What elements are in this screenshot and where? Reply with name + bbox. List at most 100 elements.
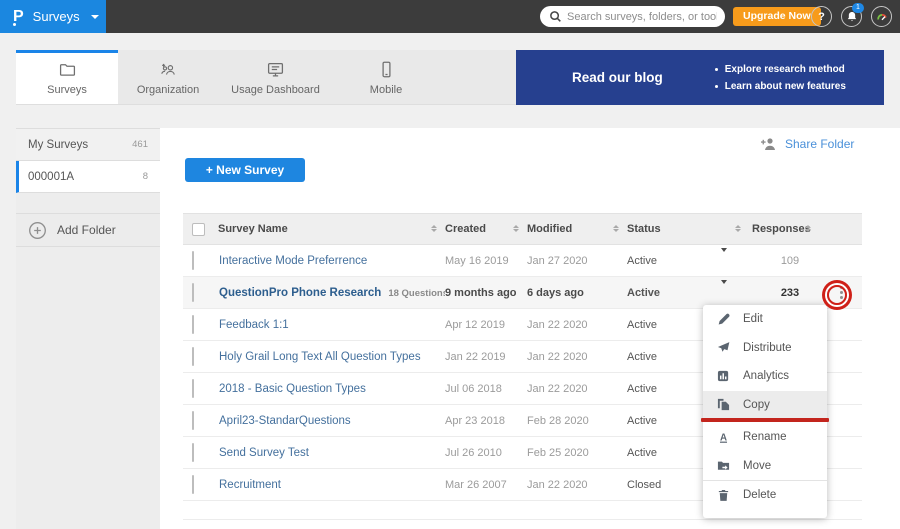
modified-cell: Jan 22 2020 xyxy=(527,383,627,395)
menu-item-label: Delete xyxy=(743,489,776,501)
column-header-modified[interactable]: Modified xyxy=(527,214,572,244)
survey-name-link[interactable]: Holy Grail Long Text All Question Types xyxy=(219,351,421,363)
folder-count: 8 xyxy=(143,171,148,182)
created-cell: Mar 26 2007 xyxy=(445,479,527,491)
copy-icon xyxy=(717,398,730,411)
modified-cell: Jan 27 2020 xyxy=(527,255,627,267)
menu-item-analytics[interactable]: Analytics xyxy=(703,362,827,391)
created-cell: 9 months ago xyxy=(445,287,527,299)
column-header-survey-name[interactable]: Survey Name xyxy=(218,214,288,244)
select-all-checkbox[interactable] xyxy=(192,223,205,236)
status-dropdown-cell xyxy=(715,284,759,302)
usage-meter-button[interactable] xyxy=(871,6,892,27)
notifications-button[interactable]: 1 xyxy=(841,6,862,27)
survey-name-link[interactable]: Interactive Mode Preferrence xyxy=(219,255,367,267)
modified-cell: Feb 25 2020 xyxy=(527,447,627,459)
responses-cell: 109 xyxy=(759,255,821,267)
mobile-icon xyxy=(378,61,395,78)
modified-cell: Feb 28 2020 xyxy=(527,415,627,427)
module-tabs: SurveysOrganizationUsage DashboardMobile xyxy=(16,50,516,105)
tab-mobile[interactable]: Mobile xyxy=(333,50,439,104)
column-header-created[interactable]: Created xyxy=(445,214,486,244)
banner-bullet-item: Explore research method xyxy=(715,64,846,75)
table-row: Interactive Mode PreferrenceMay 16 2019J… xyxy=(183,245,862,277)
share-folder-label: Share Folder xyxy=(785,137,854,151)
menu-item-distribute[interactable]: Distribute xyxy=(703,334,827,363)
row-checkbox[interactable] xyxy=(192,251,194,270)
row-checkbox[interactable] xyxy=(192,443,194,462)
pencil-icon xyxy=(717,313,730,326)
column-header-status[interactable]: Status xyxy=(627,214,661,244)
new-survey-button[interactable]: + New Survey xyxy=(185,158,305,182)
survey-name-link[interactable]: 2018 - Basic Question Types xyxy=(219,383,366,395)
survey-name-link[interactable]: Feedback 1:1 xyxy=(219,319,289,331)
dashboard-icon xyxy=(267,61,284,78)
row-checkbox-cell xyxy=(183,476,219,494)
menu-item-delete[interactable]: Delete xyxy=(703,481,827,510)
survey-name-cell: Feedback 1:1 xyxy=(219,319,445,331)
row-context-menu: Edit DistributeAnalyticsCopy ARenameMove De… xyxy=(703,305,827,518)
gauge-icon xyxy=(875,10,889,24)
top-bar: P Surveys Upgrade Now ? 1 xyxy=(0,0,900,33)
add-folder-button[interactable]: Add Folder xyxy=(16,213,160,247)
bullet-dot-icon xyxy=(715,68,718,71)
tab-organization[interactable]: Organization xyxy=(118,50,218,104)
status-dropdown-cell xyxy=(715,252,759,270)
help-button[interactable]: ? xyxy=(811,6,832,27)
sidebar-item-000001a[interactable]: 000001A 8 xyxy=(16,161,160,193)
row-checkbox[interactable] xyxy=(192,475,194,494)
menu-item-move[interactable]: Move xyxy=(703,452,827,481)
status-cell: Active xyxy=(627,287,715,299)
menu-item-label: Edit xyxy=(743,313,763,325)
question-mark-icon: ? xyxy=(818,11,825,23)
survey-name-link[interactable]: Send Survey Test xyxy=(219,447,309,459)
sort-icon[interactable] xyxy=(805,225,811,232)
folder-label: 000001A xyxy=(28,171,74,183)
send-icon xyxy=(717,341,730,354)
upgrade-now-button[interactable]: Upgrade Now xyxy=(733,7,821,26)
row-checkbox[interactable] xyxy=(192,283,194,302)
chevron-down-icon xyxy=(91,15,99,19)
product-switcher[interactable]: P Surveys xyxy=(0,0,106,33)
row-checkbox-cell xyxy=(183,316,219,334)
rename-icon: A xyxy=(717,431,730,444)
sort-icon[interactable] xyxy=(613,225,619,232)
sort-icon[interactable] xyxy=(513,225,519,232)
row-checkbox[interactable] xyxy=(192,315,194,334)
menu-item-copy[interactable]: Copy xyxy=(703,391,827,420)
blog-banner[interactable]: Read our blog Explore research methodLea… xyxy=(516,50,884,105)
row-actions-button[interactable] xyxy=(832,283,852,303)
banner-bullet-item: Learn about new features xyxy=(715,81,846,92)
status-dropdown-caret-icon[interactable] xyxy=(721,280,727,301)
row-checkbox-cell xyxy=(183,348,219,366)
plus-circle-icon xyxy=(28,221,47,240)
menu-item-rename[interactable]: ARename xyxy=(703,423,827,452)
column-header-responses[interactable]: Responses xyxy=(752,214,811,244)
banner-bullet-text: Explore research method xyxy=(725,64,845,75)
status-dropdown-caret-icon[interactable] xyxy=(721,248,727,269)
folder-icon xyxy=(59,61,76,78)
search-input[interactable] xyxy=(540,6,725,27)
tab-surveys[interactable]: Surveys xyxy=(16,50,118,104)
row-checkbox[interactable] xyxy=(192,379,194,398)
banner-bullets: Explore research method Learn about new f… xyxy=(715,64,846,92)
survey-name-link[interactable]: April23-StandarQuestions xyxy=(219,415,351,427)
share-folder-button[interactable]: Share Folder xyxy=(760,136,854,151)
row-checkbox[interactable] xyxy=(192,411,194,430)
created-cell: Apr 23 2018 xyxy=(445,415,527,427)
survey-name-cell: Interactive Mode Preferrence xyxy=(219,255,445,267)
sort-icon[interactable] xyxy=(431,225,437,232)
bullet-dot-icon xyxy=(715,85,718,88)
sidebar-item-my-surveys[interactable]: My Surveys461 xyxy=(16,129,160,161)
folder-count: 461 xyxy=(132,139,148,150)
row-checkbox-cell xyxy=(183,380,219,398)
survey-name-link[interactable]: QuestionPro Phone Research xyxy=(219,287,381,299)
tab-usage-dashboard[interactable]: Usage Dashboard xyxy=(218,50,333,104)
folders-sidebar: My Surveys461 000001A 8 Add Folder xyxy=(16,128,160,529)
menu-item-edit[interactable]: Edit xyxy=(703,305,827,334)
row-checkbox[interactable] xyxy=(192,347,194,366)
survey-name-link[interactable]: Recruitment xyxy=(219,479,281,491)
sort-icon[interactable] xyxy=(735,225,741,232)
analytics-icon xyxy=(717,370,730,383)
annotation-underline xyxy=(701,418,829,422)
